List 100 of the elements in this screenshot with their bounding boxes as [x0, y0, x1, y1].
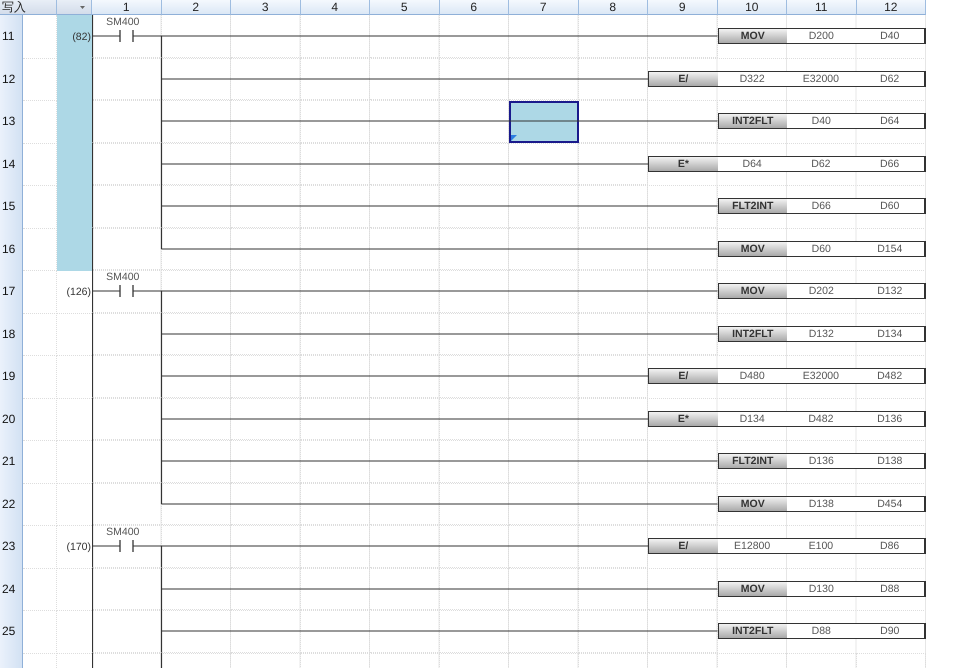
instruction-block[interactable]: E* D64 D62 D66: [648, 156, 926, 172]
grid-cell[interactable]: [440, 568, 509, 610]
grid-cell[interactable]: [231, 482, 300, 525]
grid-cell[interactable]: [300, 568, 370, 610]
grid-cell[interactable]: [509, 312, 578, 355]
grid-cell[interactable]: [578, 270, 648, 312]
grid-cell[interactable]: [509, 525, 578, 568]
grid-cell[interactable]: [440, 525, 509, 568]
instruction-block[interactable]: E/ E12800 E100 D86: [648, 538, 926, 554]
row-number[interactable]: 18: [0, 312, 23, 356]
instruction-block[interactable]: MOV D202 D132: [718, 283, 926, 299]
grid-cell[interactable]: [23, 270, 57, 314]
row-number[interactable]: 19: [0, 355, 23, 398]
grid-cell[interactable]: [231, 312, 300, 355]
grid-cell[interactable]: [23, 610, 57, 654]
row-number[interactable]: 11: [0, 15, 23, 58]
instruction-block[interactable]: E/ D480 E32000 D482: [648, 368, 926, 384]
row-number[interactable]: 25: [0, 610, 23, 654]
grid-cell[interactable]: [440, 142, 509, 185]
grid-cell[interactable]: [370, 525, 440, 568]
instruction-block[interactable]: INT2FLT D132 D134: [718, 326, 926, 342]
grid-cell[interactable]: [162, 610, 231, 652]
grid-cell[interactable]: [300, 185, 370, 228]
grid-cell[interactable]: [509, 185, 578, 228]
grid-cell[interactable]: [370, 610, 440, 652]
instruction-block[interactable]: MOV D200 D40: [718, 28, 926, 44]
grid-cell[interactable]: [231, 610, 300, 652]
grid-cell[interactable]: [162, 568, 231, 610]
grid-cell[interactable]: [23, 355, 57, 398]
instruction-block[interactable]: INT2FLT D88 D90: [718, 623, 926, 639]
dropdown-icon[interactable]: [80, 6, 85, 8]
grid-cell[interactable]: [370, 185, 440, 228]
grid-cell[interactable]: [509, 228, 578, 270]
grid-cell[interactable]: [231, 270, 300, 312]
grid-cell[interactable]: [300, 398, 370, 440]
row-number[interactable]: 20: [0, 398, 23, 441]
row-number[interactable]: 17: [0, 270, 23, 314]
instruction-block[interactable]: MOV D60 D154: [718, 240, 926, 256]
row-number[interactable]: 14: [0, 142, 23, 186]
grid-cell[interactable]: [300, 355, 370, 398]
grid-cell[interactable]: [370, 398, 440, 440]
grid-cell[interactable]: [370, 270, 440, 312]
row-number[interactable]: 22: [0, 482, 23, 526]
grid-cell[interactable]: [23, 398, 57, 441]
grid-cell[interactable]: [440, 270, 509, 312]
row-number[interactable]: 23: [0, 525, 23, 568]
grid-cell[interactable]: [509, 142, 578, 185]
grid-cell[interactable]: [231, 228, 300, 270]
grid-cell[interactable]: [509, 58, 578, 100]
instruction-block[interactable]: INT2FLT D40 D64: [718, 113, 926, 129]
grid-cell[interactable]: [509, 610, 578, 652]
grid-cell[interactable]: [231, 355, 300, 398]
row-number[interactable]: 15: [0, 185, 23, 228]
instruction-block[interactable]: FLT2INT D66 D60: [718, 198, 926, 214]
grid-cell[interactable]: [578, 482, 648, 525]
grid-cell[interactable]: [23, 440, 57, 484]
grid-cell[interactable]: [300, 58, 370, 100]
row-number[interactable]: 24: [0, 568, 23, 611]
grid-cell[interactable]: [509, 482, 578, 525]
row-number[interactable]: 12: [0, 58, 23, 101]
grid-cell[interactable]: [440, 185, 509, 228]
grid-cell[interactable]: [370, 15, 440, 58]
grid-cell[interactable]: [231, 185, 300, 228]
grid-cell[interactable]: [300, 15, 370, 58]
grid-cell[interactable]: [162, 228, 231, 270]
grid-cell[interactable]: [231, 525, 300, 568]
grid-cell[interactable]: [509, 398, 578, 440]
row-number[interactable]: 21: [0, 440, 23, 484]
grid-cell[interactable]: [578, 228, 648, 270]
grid-cell[interactable]: [370, 312, 440, 355]
grid-cell[interactable]: [162, 398, 231, 440]
grid-cell[interactable]: [578, 100, 648, 142]
grid-cell[interactable]: [440, 482, 509, 525]
grid-cell[interactable]: [509, 355, 578, 398]
grid-cell[interactable]: [578, 312, 648, 355]
grid-cell[interactable]: [300, 440, 370, 482]
grid-cell[interactable]: [578, 440, 648, 482]
grid-cell[interactable]: [440, 15, 509, 58]
grid-cell[interactable]: [578, 568, 648, 610]
grid-cell[interactable]: [509, 270, 578, 312]
grid-cell[interactable]: [370, 142, 440, 185]
grid-cell[interactable]: [509, 568, 578, 610]
grid-cell[interactable]: [300, 525, 370, 568]
grid-cell[interactable]: [578, 185, 648, 228]
instruction-block[interactable]: MOV D130 D88: [718, 580, 926, 596]
instruction-block[interactable]: E* D134 D482 D136: [648, 410, 926, 426]
grid-cell[interactable]: [23, 525, 57, 568]
grid-cell[interactable]: [578, 15, 648, 58]
grid-cell[interactable]: [509, 440, 578, 482]
grid-cell[interactable]: [509, 15, 578, 58]
grid-cell[interactable]: [300, 270, 370, 312]
grid-cell[interactable]: [300, 142, 370, 185]
grid-cell[interactable]: [300, 312, 370, 355]
grid-cell[interactable]: [440, 355, 509, 398]
grid-cell[interactable]: [231, 100, 300, 142]
grid-cell[interactable]: [162, 185, 231, 228]
grid-cell[interactable]: [370, 440, 440, 482]
grid-cell[interactable]: [578, 610, 648, 652]
grid-cell[interactable]: [23, 482, 57, 526]
grid-cell[interactable]: [440, 228, 509, 270]
